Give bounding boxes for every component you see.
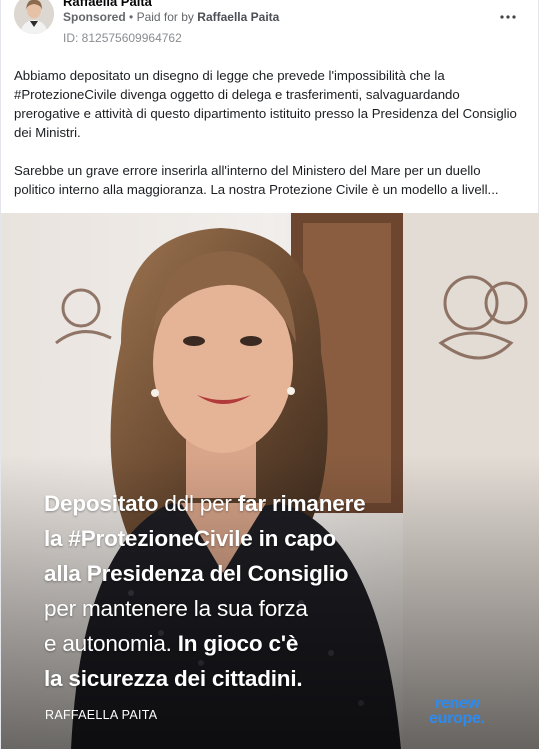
payer-name[interactable]: Raffaella Paita bbox=[197, 10, 279, 24]
more-options-button[interactable] bbox=[496, 6, 520, 26]
avatar-portrait bbox=[14, 0, 54, 34]
separator-dot: • bbox=[129, 10, 137, 24]
headline-bold: In gioco c'è bbox=[177, 631, 299, 656]
headline-line: Depositato ddl per far rimanere bbox=[44, 486, 514, 521]
headline-bold: Depositato bbox=[44, 491, 165, 516]
creative-headline: Depositato ddl per far rimanere la #Prot… bbox=[44, 486, 514, 696]
ad-meta: Sponsored • Paid for by Raffaella Paita bbox=[63, 10, 279, 24]
renew-europe-logo: renew europe. bbox=[429, 695, 485, 727]
page-name[interactable]: Raffaella Paita bbox=[63, 0, 152, 9]
headline-line: la sicurezza dei cittadini. bbox=[44, 661, 514, 696]
headline-line: e autonomia. In gioco c'è bbox=[44, 626, 514, 661]
logo-line-2: europe. bbox=[429, 710, 485, 727]
headline-bold: la sicurezza dei cittadini. bbox=[44, 666, 303, 691]
headline-bold: alla Presidenza del Consiglio bbox=[44, 561, 349, 586]
sponsored-label: Sponsored bbox=[63, 10, 126, 24]
headline-bold: la #ProtezioneCivile in capo bbox=[44, 526, 336, 551]
headline-line: la #ProtezioneCivile in capo bbox=[44, 521, 514, 556]
headline-line: per mantenere la sua forza bbox=[44, 591, 514, 626]
logo-line-1: renew bbox=[435, 695, 480, 712]
headline-line: alla Presidenza del Consiglio bbox=[44, 556, 514, 591]
headline-light: per mantenere la sua forza bbox=[44, 596, 308, 621]
post-paragraph-1: Abbiamo depositato un disegno di legge c… bbox=[14, 68, 517, 140]
page-avatar[interactable] bbox=[14, 0, 54, 34]
headline-light: ddl per bbox=[164, 491, 238, 516]
post-text: Abbiamo depositato un disegno di legge c… bbox=[14, 66, 519, 199]
headline-bold: far rimanere bbox=[237, 491, 366, 516]
creative-signature: RAFFAELLA PAITA bbox=[45, 708, 158, 722]
paid-for-prefix: Paid for by bbox=[136, 10, 194, 24]
more-horizontal-icon bbox=[500, 15, 516, 19]
ad-card: Raffaella Paita Sponsored • Paid for by … bbox=[0, 0, 539, 749]
ad-id: ID: 812575609964762 bbox=[63, 31, 182, 45]
headline-light: e autonomia. bbox=[44, 631, 178, 656]
post-paragraph-2[interactable]: Sarebbe un grave errore inserirla all'in… bbox=[14, 161, 519, 199]
